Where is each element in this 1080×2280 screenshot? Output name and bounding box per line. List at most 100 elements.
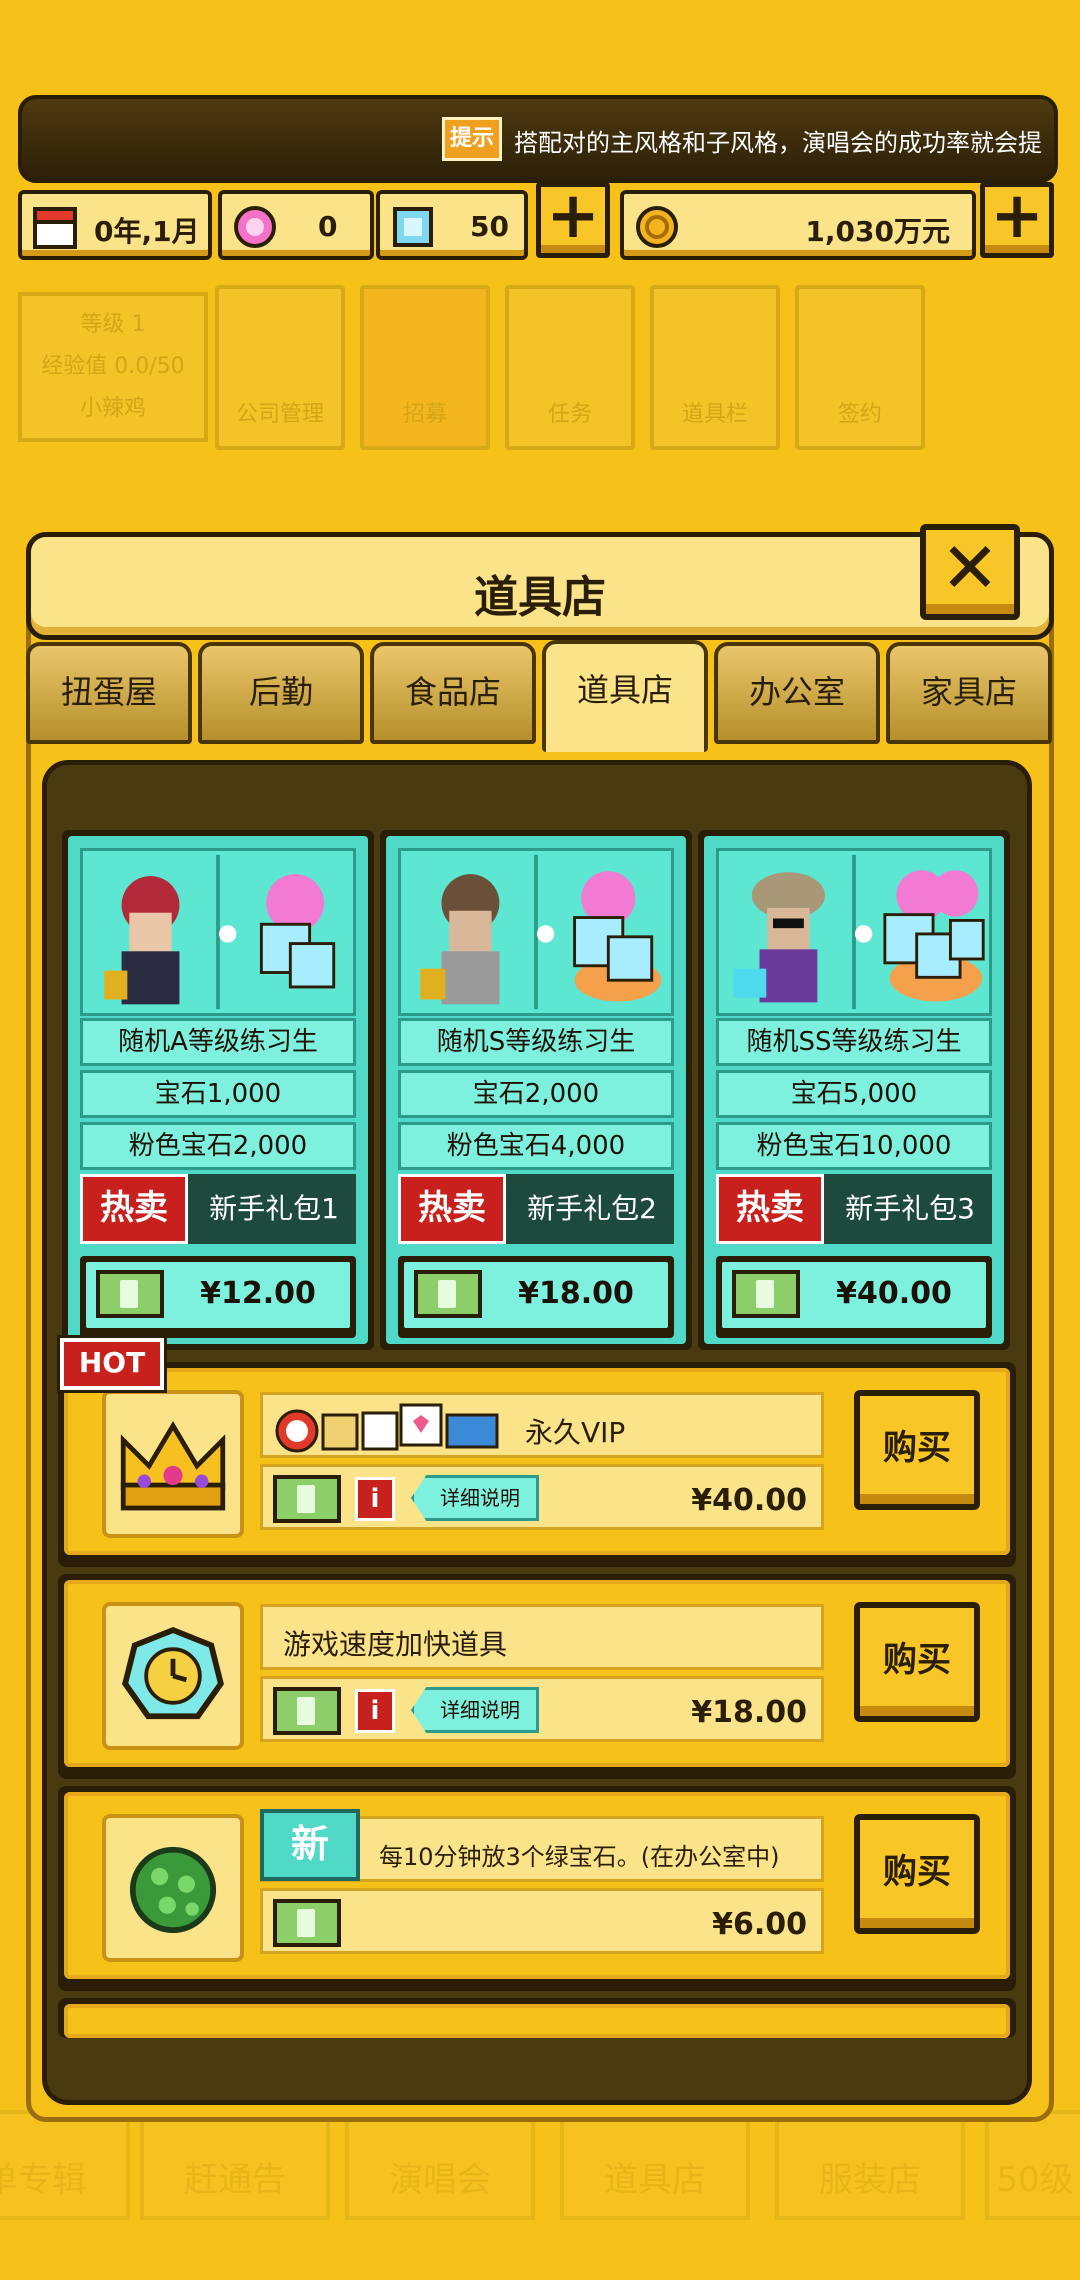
- date-value: 0年,1月: [94, 215, 200, 248]
- hint-text: 搭配对的主风格和子风格，演唱会的成功率就会提: [514, 129, 1042, 157]
- cash-icon: [96, 1270, 164, 1318]
- crown-icon: [120, 1421, 226, 1511]
- pack-card-2[interactable]: 随机S等级练习生 宝石2,000 粉色宝石4,000 热卖 新手礼包2 ¥18.…: [380, 830, 692, 1350]
- bottom-nav-concert: 演唱会: [345, 2110, 535, 2220]
- add-money-button[interactable]: +: [980, 182, 1054, 258]
- gem-icon: [393, 207, 433, 247]
- pack-gems: 宝石2,000: [398, 1070, 674, 1118]
- exp-label: 经验值 0.0/50: [41, 354, 185, 379]
- tab-logistics[interactable]: 后勤: [198, 642, 364, 744]
- level-label: 等级 1: [80, 312, 146, 337]
- item-name: 游戏速度加快道具: [283, 1628, 508, 1661]
- tile-tasks: 任务: [505, 285, 635, 450]
- clock-icon: [122, 1626, 224, 1720]
- bottom-nav-level50: 50级: [985, 2110, 1080, 2220]
- item-name-box: 游戏速度加快道具: [260, 1604, 824, 1670]
- shop-item-speedup: 游戏速度加快道具 i 详细说明 ¥18.00 购买: [58, 1574, 1016, 1779]
- buy-button[interactable]: 购买: [854, 1814, 980, 1934]
- new-badge: 新: [260, 1809, 360, 1881]
- item-price: ¥18.00: [691, 1695, 807, 1730]
- pack-price: ¥12.00: [200, 1276, 316, 1311]
- hot-sale-tag: 热卖: [80, 1174, 188, 1244]
- item-name-box: 永久VIP: [260, 1392, 824, 1458]
- item-price-row: ¥6.00: [260, 1888, 824, 1954]
- pack-title: 随机S等级练习生: [398, 1018, 674, 1066]
- cash-icon: [732, 1270, 800, 1318]
- dialog-title: 道具店: [474, 572, 606, 623]
- pack-bundle-bar: 热卖 新手礼包1: [80, 1174, 356, 1244]
- tab-furniture[interactable]: 家具店: [886, 642, 1052, 744]
- bundle-name: 新手礼包1: [209, 1192, 339, 1225]
- bottom-nav-announce: 赶通告: [140, 2110, 330, 2220]
- shop-item-green-gem-generator: 新 每10分钟放3个绿宝石。(在办公室中) ¥6.00 购买: [58, 1786, 1016, 1991]
- bottom-nav-album: 单专辑: [0, 2110, 130, 2220]
- pack-title: 随机SS等级练习生: [716, 1018, 992, 1066]
- pack-price-button[interactable]: ¥40.00: [716, 1256, 992, 1338]
- bundle-name: 新手礼包2: [527, 1192, 657, 1225]
- tile-contract: 签约: [795, 285, 925, 450]
- pack-bundle-bar: 热卖 新手礼包3: [716, 1174, 992, 1244]
- info-icon[interactable]: i: [355, 1477, 395, 1521]
- item-price: ¥6.00: [712, 1907, 807, 1942]
- player-stats-panel: 等级 1 经验值 0.0/50 小辣鸡: [18, 292, 208, 442]
- cash-icon: [273, 1899, 341, 1947]
- item-name: 每10分钟放3个绿宝石。(在办公室中): [379, 1843, 780, 1871]
- dialog-title-bar: 道具店: [26, 532, 1054, 640]
- pink-gem-counter: 0: [218, 190, 374, 260]
- tab-office[interactable]: 办公室: [714, 642, 880, 744]
- pack-pink-gems: 粉色宝石4,000: [398, 1122, 674, 1170]
- details-button[interactable]: 详细说明: [411, 1687, 539, 1733]
- pack-price-button[interactable]: ¥12.00: [80, 1256, 356, 1338]
- cash-icon: [273, 1475, 341, 1523]
- pack-image-trainee-s: [398, 848, 674, 1016]
- pack-gems: 宝石5,000: [716, 1070, 992, 1118]
- hot-sale-tag: 热卖: [398, 1174, 506, 1244]
- date-display: 0年,1月: [18, 190, 212, 260]
- hot-flag: HOT: [60, 1338, 164, 1390]
- crown-icon-box: [102, 1390, 244, 1538]
- shop-item-vip: 永久VIP i 详细说明 ¥40.00 购买: [58, 1362, 1016, 1567]
- coin-icon: [636, 206, 678, 248]
- gem-value: 50: [470, 210, 509, 243]
- item-price: ¥40.00: [691, 1483, 807, 1518]
- tile-inventory: 道具栏: [650, 285, 780, 450]
- hot-sale-tag: 热卖: [716, 1174, 824, 1244]
- shop-item-partial: [58, 1998, 1016, 2038]
- item-price-row: i 详细说明 ¥18.00: [260, 1676, 824, 1742]
- item-name-box: 新 每10分钟放3个绿宝石。(在办公室中): [260, 1809, 824, 1882]
- bottom-nav-clothes: 服装店: [775, 2110, 965, 2220]
- details-button[interactable]: 详细说明: [411, 1475, 539, 1521]
- cash-icon: [273, 1687, 341, 1735]
- pack-pink-gems: 粉色宝石10,000: [716, 1122, 992, 1170]
- trainee-gems-icon: [420, 854, 662, 1010]
- pack-bundle-bar: 热卖 新手礼包2: [398, 1174, 674, 1244]
- tab-items[interactable]: 道具店: [542, 640, 708, 752]
- pack-card-3[interactable]: 随机SS等级练习生 宝石5,000 粉色宝石10,000 热卖 新手礼包3 ¥4…: [698, 830, 1010, 1350]
- tile-company: 公司管理: [215, 285, 345, 450]
- rank-label: 小辣鸡: [79, 396, 146, 421]
- trainee-gems-icon: [733, 854, 985, 1010]
- pack-image-trainee-a: [80, 848, 356, 1016]
- item-price-row: i 详细说明 ¥40.00: [260, 1464, 824, 1530]
- tab-food[interactable]: 食品店: [370, 642, 536, 744]
- close-button[interactable]: ✕: [920, 524, 1020, 620]
- tab-gacha[interactable]: 扭蛋屋: [26, 642, 192, 744]
- buy-button[interactable]: 购买: [854, 1602, 980, 1722]
- gem-counter: 50: [376, 190, 528, 260]
- info-icon[interactable]: i: [355, 1689, 395, 1733]
- item-name: 永久VIP: [525, 1416, 626, 1449]
- add-gems-button[interactable]: +: [536, 182, 610, 258]
- clock-icon-box: [102, 1602, 244, 1750]
- money-counter: 1,030万元: [620, 190, 976, 260]
- pack-price-button[interactable]: ¥18.00: [398, 1256, 674, 1338]
- pack-price: ¥40.00: [836, 1276, 952, 1311]
- pack-pink-gems: 粉色宝石2,000: [80, 1122, 356, 1170]
- pack-card-1[interactable]: 随机A等级练习生 宝石1,000 粉色宝石2,000 热卖 新手礼包1 ¥12.…: [62, 830, 374, 1350]
- pink-gem-value: 0: [318, 210, 338, 243]
- pack-gems: 宝石1,000: [80, 1070, 356, 1118]
- buy-button[interactable]: 购买: [854, 1390, 980, 1510]
- money-value: 1,030万元: [805, 215, 950, 248]
- pack-title: 随机A等级练习生: [80, 1018, 356, 1066]
- green-bush-icon: [129, 1846, 217, 1933]
- pink-gem-icon: [234, 206, 276, 248]
